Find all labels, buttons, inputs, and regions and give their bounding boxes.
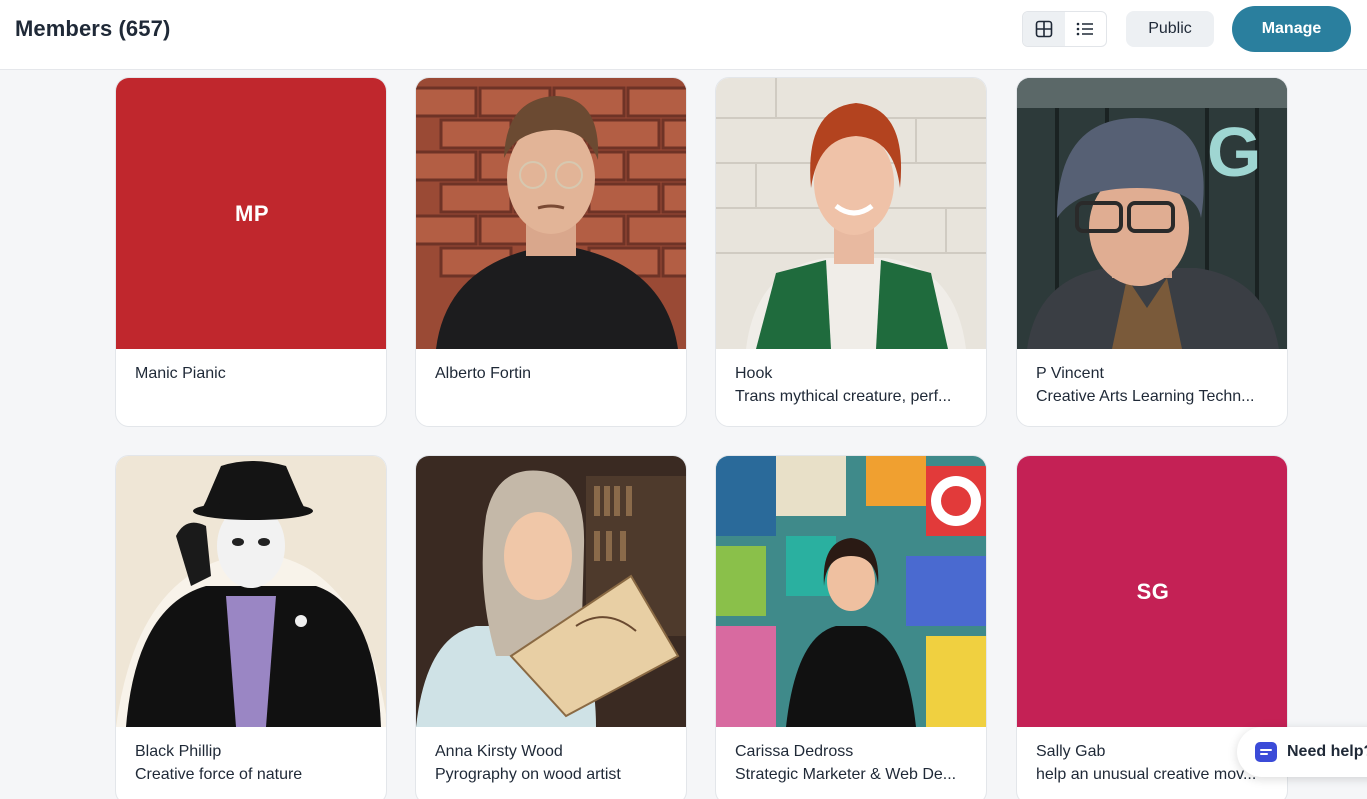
member-name: P Vincent [1036, 365, 1104, 382]
avatar-photo: G [1017, 78, 1287, 349]
page-title: Members (657) [15, 16, 171, 41]
list-view-button[interactable] [1065, 12, 1107, 46]
member-card[interactable]: Anna Kirsty Wood Pyrography on wood arti… [415, 455, 687, 799]
grid-icon [1035, 20, 1053, 38]
member-name: Carissa Dedross [735, 743, 854, 760]
member-name: Manic Pianic [135, 365, 226, 382]
member-bio: Creative force of nature [135, 766, 303, 783]
avatar-initials: MP [235, 200, 269, 226]
avatar-initials: SG [1136, 578, 1170, 604]
need-help-label: Need help? [1287, 743, 1367, 760]
member-bio: Trans mythical creature, perf... [735, 388, 952, 405]
member-card[interactable]: Alberto Fortin [415, 77, 687, 427]
member-card[interactable]: Carissa Dedross Strategic Marketer & Web… [715, 455, 987, 799]
avatar-photo [716, 456, 986, 727]
view-toggle [1022, 11, 1107, 47]
member-name: Black Phillip [135, 743, 222, 760]
chat-icon [1255, 742, 1277, 762]
public-button[interactable]: Public [1126, 11, 1214, 47]
list-icon [1076, 22, 1094, 36]
avatar-photo [416, 78, 686, 349]
member-name: Sally Gab [1036, 743, 1106, 760]
avatar-photo [716, 78, 986, 349]
member-bio: Strategic Marketer & Web De... [735, 766, 957, 783]
member-bio: Pyrography on wood artist [435, 766, 621, 783]
member-card[interactable]: Black Phillip Creative force of nature [115, 455, 387, 799]
avatar: SG [1017, 456, 1287, 727]
avatar-photo [116, 456, 386, 727]
need-help-button[interactable]: Need help? [1237, 727, 1367, 777]
member-name: Hook [735, 365, 773, 382]
member-card[interactable]: Hook Trans mythical creature, perf... [715, 77, 987, 427]
avatar: MP [116, 78, 386, 349]
grid-view-button[interactable] [1023, 12, 1065, 46]
top-bar: Members (657) Public Manage [0, 0, 1367, 70]
avatar-photo [416, 456, 686, 727]
member-name: Alberto Fortin [435, 365, 532, 382]
member-name: Anna Kirsty Wood [435, 743, 563, 760]
svg-text:G: G [1207, 113, 1261, 191]
member-card[interactable]: G P Vincent Creative Arts Learning Techn… [1016, 77, 1288, 427]
member-bio: help an unusual creative mov... [1036, 766, 1257, 783]
member-bio: Creative Arts Learning Techn... [1036, 388, 1255, 405]
manage-button[interactable]: Manage [1232, 6, 1351, 52]
member-card[interactable]: MP Manic Pianic [115, 77, 387, 427]
